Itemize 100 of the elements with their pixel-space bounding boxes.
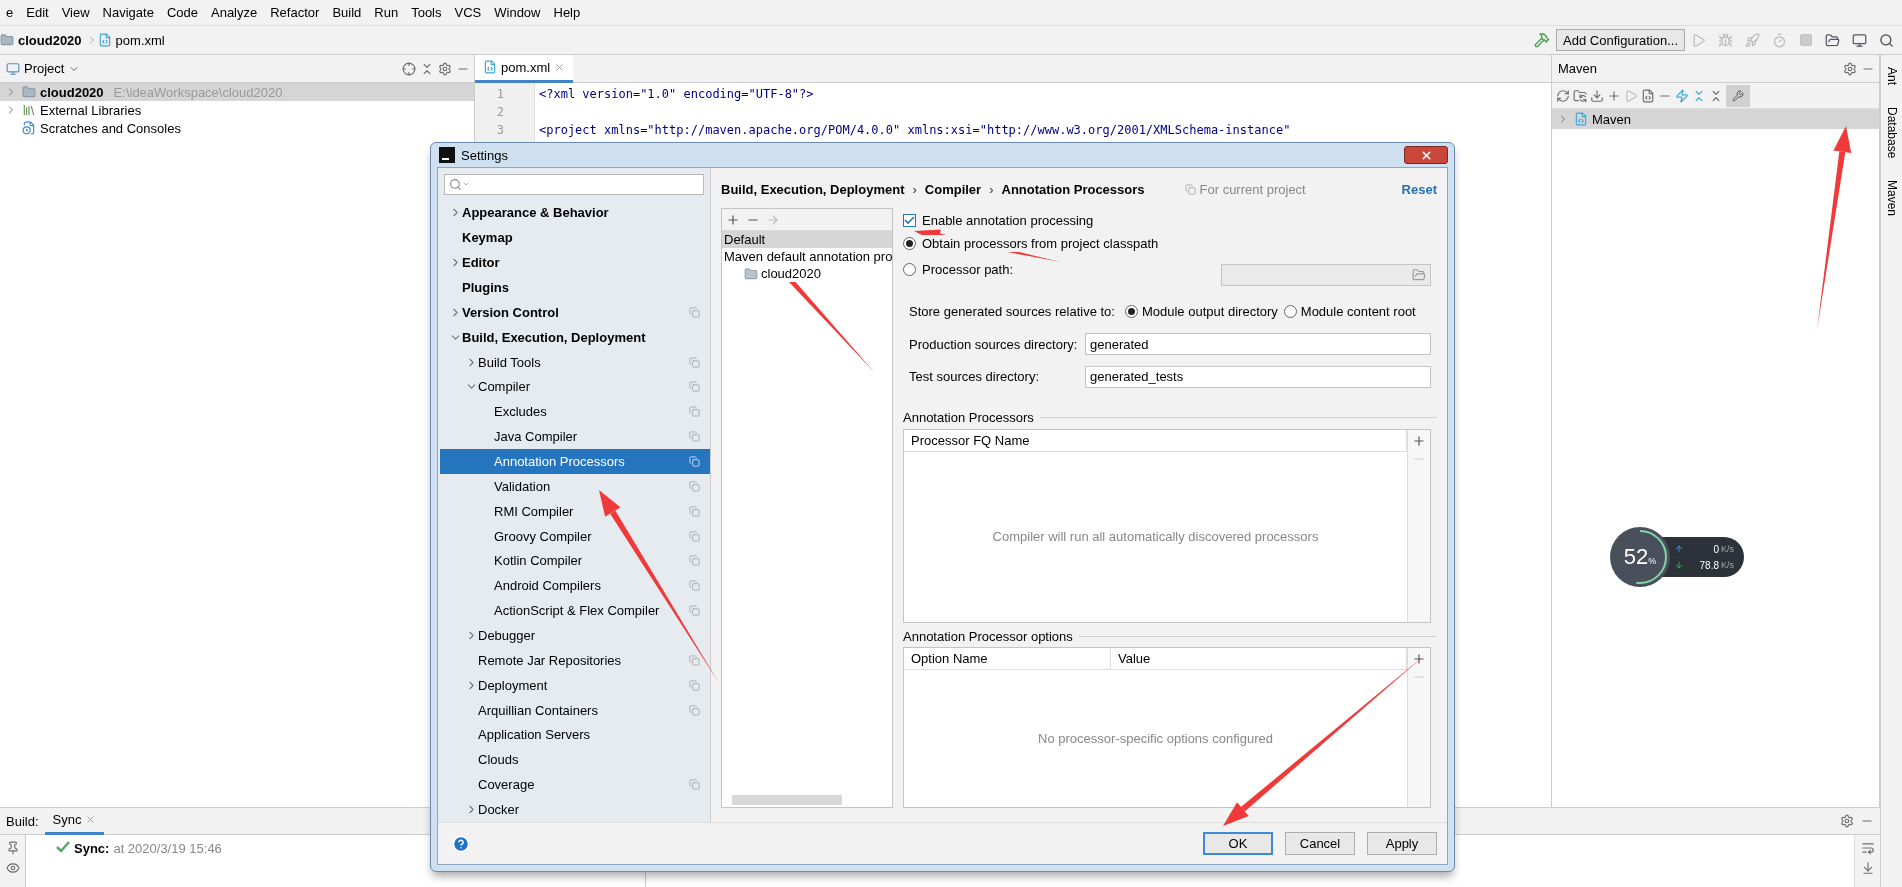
add-icon[interactable] [1412,651,1426,666]
panel-title[interactable]: Project [24,61,65,76]
settings-icon[interactable] [1840,814,1854,828]
menu-item[interactable]: Edit [20,5,56,20]
maven-tree-item[interactable]: Maven [1552,109,1879,129]
menu-item[interactable]: Build [326,5,369,20]
settings-tree-item[interactable]: Remote Jar Repositories [440,648,710,673]
settings-tree-item[interactable]: Plugins [440,275,710,300]
add-icon[interactable] [1412,433,1426,448]
play-icon[interactable] [1691,32,1706,48]
settings-tree-item[interactable]: Annotation Processors [440,449,710,474]
settings-icon[interactable] [438,61,452,76]
project-tree-item[interactable]: Scratches and Consoles [0,119,474,137]
move-icon[interactable] [766,212,780,227]
rocket-icon[interactable] [1745,32,1760,48]
settings-tree-item[interactable]: ActionScript & Flex Compiler [440,598,710,624]
download-icon[interactable] [1590,88,1604,103]
breadcrumb-project[interactable]: cloud2020 [18,32,82,48]
close-icon[interactable] [554,61,566,73]
dialog-button[interactable]: OK [1203,832,1273,855]
folder-sync-icon[interactable] [1573,88,1587,103]
menu-item[interactable]: View [55,5,97,20]
dialog-button[interactable]: Cancel [1285,832,1355,855]
monitor-icon[interactable] [1852,32,1867,48]
eye-icon[interactable] [5,861,20,875]
menu-item[interactable]: Refactor [264,5,327,20]
settings-tree-item[interactable]: Compiler [440,374,710,400]
reload-icon[interactable] [1556,88,1570,103]
wrench-button[interactable] [1726,84,1750,107]
search-field[interactable] [444,174,704,195]
column-header[interactable]: Processor FQ Name [904,429,1407,451]
settings-tree-item[interactable]: Keymap [440,225,710,251]
settings-tree-item[interactable]: Kotlin Compiler [440,548,710,574]
settings-tree-item[interactable]: RMI Compiler [440,498,710,524]
menu-item[interactable]: Navigate [96,5,161,20]
settings-tree-item[interactable]: Docker [440,797,710,822]
menu-item[interactable]: Code [160,5,205,20]
collapse-icon[interactable] [1709,88,1723,103]
enable-processing-checkbox[interactable]: Enable annotation processing [903,212,1096,229]
radio-button[interactable]: Obtain processors from project classpath [903,234,1161,252]
run-configuration-button[interactable]: Add Configuration... [1556,29,1685,51]
menu-item[interactable]: e [0,5,21,20]
profile-item[interactable]: Default [722,231,892,248]
help-icon[interactable] [452,834,470,853]
timer-icon[interactable] [1772,32,1787,48]
settings-tree-item[interactable]: Clouds [440,747,710,773]
settings-tree-item[interactable]: Excludes [440,399,710,425]
search-icon[interactable] [1879,32,1894,48]
side-tab[interactable]: Database [1882,101,1901,165]
column-header[interactable]: Value [1111,647,1407,669]
settings-tree-item[interactable]: Coverage [440,772,710,798]
profile-item[interactable]: cloud2020 [742,265,823,282]
settings-tree-item[interactable]: Debugger [440,623,710,648]
side-tab[interactable]: Maven [1882,174,1901,223]
reset-link[interactable]: Reset [1401,181,1437,197]
settings-tree-item[interactable]: Validation [440,473,710,499]
scroll-to-end-icon[interactable] [1860,861,1875,875]
menu-item[interactable]: Run [368,5,406,20]
settings-tree-item[interactable]: Editor [440,250,710,276]
close-icon[interactable] [85,814,97,825]
project-tree-item[interactable]: cloud2020 E:\ideaWorkspace\cloud2020 [0,83,474,101]
breadcrumb-file[interactable]: pom.xml [115,32,165,48]
editor-tab[interactable]: pom.xml [475,54,574,83]
side-tab[interactable]: Ant [1882,61,1901,91]
pin-icon[interactable] [5,841,20,855]
menu-item[interactable]: Analyze [205,5,265,20]
add-icon[interactable] [726,212,740,227]
settings-tree-item[interactable]: Build Tools [440,349,710,375]
settings-tree-item[interactable]: Deployment [440,672,710,698]
menu-item[interactable]: Tools [405,5,449,20]
settings-icon[interactable] [1843,61,1857,76]
menu-item[interactable]: VCS [448,5,489,20]
soft-wrap-icon[interactable] [1860,841,1875,855]
processor-path-field[interactable] [1221,263,1431,286]
stop-icon[interactable] [1799,33,1813,47]
settings-tree-item[interactable]: Application Servers [440,722,710,748]
directory-field[interactable]: generated [1085,333,1431,356]
radio-button[interactable]: Module content root [1283,298,1416,326]
hammer-icon[interactable] [1534,32,1551,48]
settings-tree-item[interactable]: Appearance & Behavior [440,200,710,226]
bug-icon[interactable] [1718,32,1733,48]
panel-title[interactable]: Maven [1558,61,1598,76]
dialog-button[interactable]: Apply [1367,832,1437,855]
close-button[interactable] [1404,146,1448,164]
collapse-icon[interactable] [420,61,434,76]
directory-field[interactable]: generated_tests [1085,365,1431,388]
folder-icon[interactable] [1825,32,1840,48]
profile-item[interactable]: Maven default annotation pro [722,248,892,265]
locate-icon[interactable] [402,61,416,76]
settings-tree-item[interactable]: Groovy Compiler [440,523,710,549]
menu-item[interactable]: Help [547,5,588,20]
settings-tree-item[interactable]: Java Compiler [440,424,710,450]
settings-tree-item[interactable]: Build, Execution, Deployment [440,324,710,350]
scrollbar[interactable] [732,795,842,805]
settings-tree-item[interactable]: Version Control [440,299,710,325]
project-tree-item[interactable]: External Libraries [0,101,474,119]
radio-button[interactable]: Module output directory [1124,298,1278,326]
menu-item[interactable]: Window [488,5,548,20]
build-tab[interactable]: Sync [44,807,105,835]
settings-tree-item[interactable]: Arquillian Containers [440,697,710,723]
